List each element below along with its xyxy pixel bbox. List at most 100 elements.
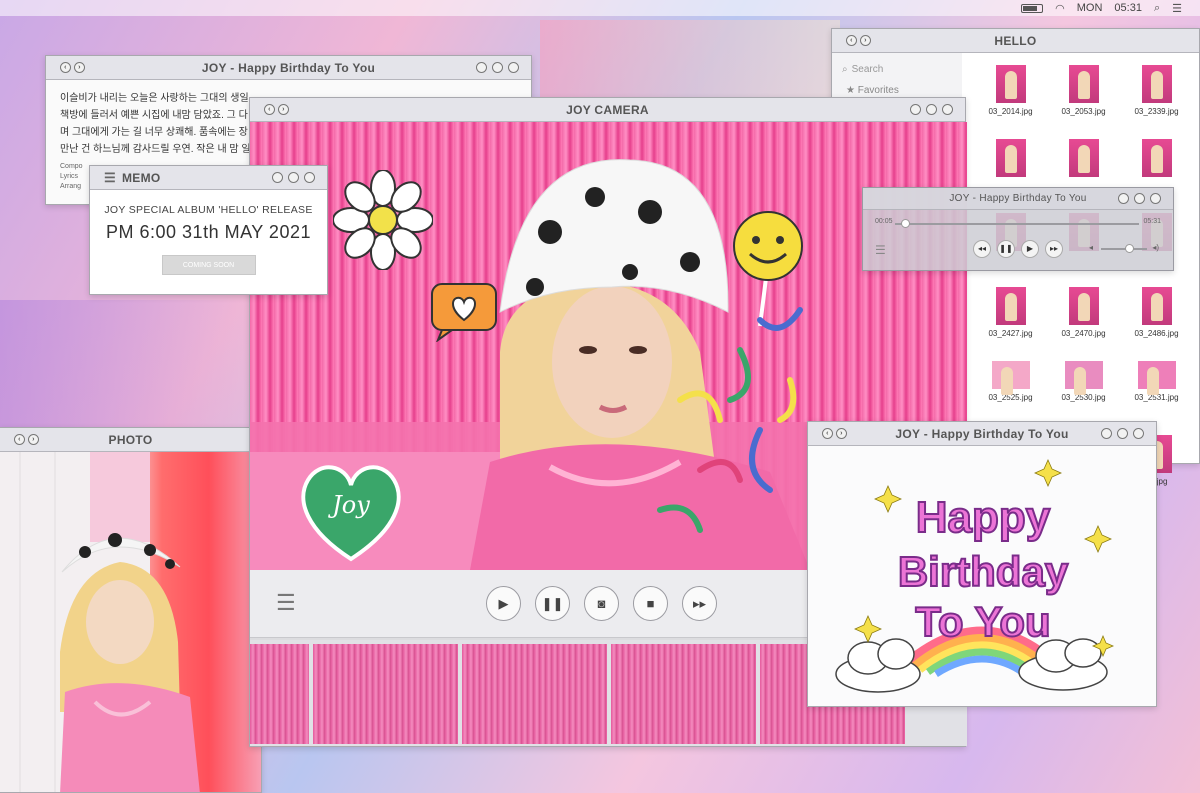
minimize-button[interactable] <box>1101 428 1112 439</box>
photo-image <box>0 452 261 792</box>
menu-icon[interactable]: ☰ <box>104 170 116 186</box>
joy-heart-sticker: Joy <box>296 455 406 565</box>
maximize-button[interactable] <box>288 172 299 183</box>
thumbnail-frame[interactable] <box>611 644 756 744</box>
close-button[interactable] <box>304 172 315 183</box>
photo-title: PHOTO <box>108 432 153 447</box>
thumbnail-frame[interactable] <box>250 644 309 744</box>
close-button[interactable] <box>942 104 953 115</box>
file-thumbnail <box>1141 287 1172 325</box>
rewind-button[interactable]: ◂◂ <box>973 240 991 258</box>
video-icon[interactable]: ■ <box>633 586 668 621</box>
maximize-button[interactable] <box>492 62 503 73</box>
hello-title: HELLO <box>994 33 1037 48</box>
file-name: 03_2339.jpg <box>1134 107 1179 116</box>
thumbnail-frame[interactable] <box>313 644 458 744</box>
birthday-card-art: Happy Birthday To You <box>835 459 1115 693</box>
heart-sticker-text: Joy <box>332 491 370 519</box>
lyrics-title: JOY - Happy Birthday To You <box>201 60 376 75</box>
battery-icon <box>1021 3 1044 13</box>
minimize-button[interactable] <box>910 104 921 115</box>
heart-chat-sticker <box>431 283 497 342</box>
file-item[interactable]: 03_2014.jpg <box>974 65 1047 139</box>
minimize-button[interactable] <box>1118 193 1129 204</box>
file-thumbnail <box>991 361 1030 395</box>
forward-icon[interactable]: › <box>836 428 847 439</box>
card-line-to-you: To You <box>915 598 1050 645</box>
camera-icon[interactable]: ◙ <box>584 586 619 621</box>
play-button[interactable]: ▶ <box>1021 240 1039 258</box>
memo-body: JOY SPECIAL ALBUM 'HELLO' RELEASE PM 6:0… <box>90 190 327 275</box>
maximize-button[interactable] <box>1134 193 1145 204</box>
music-titlebar[interactable]: JOY - Happy Birthday To You <box>863 188 1173 210</box>
seek-knob[interactable] <box>900 219 910 228</box>
play-button[interactable]: ▶ <box>486 586 521 621</box>
card-line-birthday: Birthday <box>898 548 1069 595</box>
file-name: 03_2486.jpg <box>1134 329 1179 338</box>
close-button[interactable] <box>1133 428 1144 439</box>
remaining-time: 05:31 <box>1143 218 1161 225</box>
volume-knob[interactable] <box>1124 244 1134 253</box>
menu-icon[interactable]: ☰ <box>1172 2 1182 15</box>
file-item[interactable]: 03_2427.jpg <box>974 287 1047 361</box>
file-item[interactable]: 03_2470.jpg <box>1047 287 1120 361</box>
forward-icon[interactable]: › <box>28 434 39 445</box>
close-button[interactable] <box>508 62 519 73</box>
thumbnail-frame[interactable] <box>462 644 607 744</box>
file-name: 03_2053.jpg <box>1061 107 1106 116</box>
sidebar-favorites[interactable]: ★ Favorites <box>846 85 948 96</box>
search-input[interactable]: ⌕ Search <box>842 61 952 77</box>
memo-release-time: PM 6:00 31th MAY 2021 <box>106 222 311 242</box>
close-button[interactable] <box>1150 193 1161 204</box>
forward-icon[interactable]: › <box>860 35 871 46</box>
portrait-illustration <box>0 452 200 792</box>
photo-titlebar[interactable]: ‹ › PHOTO <box>0 428 261 452</box>
menu-icon[interactable]: ☰ <box>276 590 296 616</box>
back-icon[interactable]: ‹ <box>822 428 833 439</box>
memo-titlebar[interactable]: ☰ MEMO <box>90 166 327 190</box>
memo-window: ☰ MEMO JOY SPECIAL ALBUM 'HELLO' RELEASE… <box>89 165 328 295</box>
file-thumbnail <box>995 65 1026 103</box>
search-icon: ⌕ <box>842 63 848 75</box>
file-name: 03_2470.jpg <box>1061 329 1106 338</box>
file-item[interactable]: 03_2486.jpg <box>1120 287 1193 361</box>
maximize-button[interactable] <box>926 104 937 115</box>
music-player-window: JOY - Happy Birthday To You 00:05 05:31 … <box>862 187 1174 271</box>
file-item[interactable]: 03_2339.jpg <box>1120 65 1193 139</box>
forward-icon[interactable]: › <box>74 62 85 73</box>
back-icon[interactable]: ‹ <box>60 62 71 73</box>
file-thumbnail <box>1068 287 1099 325</box>
pause-button[interactable]: ❚❚ <box>535 586 570 621</box>
pause-button[interactable]: ❚❚ <box>997 240 1015 258</box>
bday-titlebar[interactable]: ‹ › JOY - Happy Birthday To You <box>808 422 1156 446</box>
background-streak <box>0 300 250 430</box>
coming-soon-button[interactable]: COMING SOON <box>161 255 256 275</box>
minimize-button[interactable] <box>476 62 487 73</box>
favorites-label: Favorites <box>857 85 899 96</box>
file-name: 03_2427.jpg <box>988 329 1033 338</box>
volume-slider[interactable]: ◂ ◂) <box>1089 243 1159 254</box>
lyrics-titlebar[interactable]: ‹ › JOY - Happy Birthday To You <box>46 56 531 80</box>
seek-bar[interactable]: 00:05 05:31 <box>875 218 1161 232</box>
maximize-button[interactable] <box>1117 428 1128 439</box>
fast-forward-button[interactable]: ▸▸ <box>682 586 717 621</box>
back-icon[interactable]: ‹ <box>846 35 857 46</box>
menu-bar: ◠ MON 05:31 ⌕ ☰ <box>0 0 1200 16</box>
file-thumbnail <box>1068 65 1099 103</box>
camera-titlebar[interactable]: ‹ › JOY CAMERA <box>250 98 965 122</box>
volume-high-icon: ◂) <box>1152 243 1159 252</box>
file-thumbnail <box>1068 139 1099 177</box>
search-icon[interactable]: ⌕ <box>1154 2 1160 15</box>
hello-titlebar[interactable]: ‹ › HELLO <box>832 29 1199 53</box>
background-streak <box>540 20 840 100</box>
elapsed-time: 00:05 <box>875 218 893 225</box>
fast-forward-button[interactable]: ▸▸ <box>1045 240 1063 258</box>
file-thumbnail <box>995 287 1026 325</box>
minimize-button[interactable] <box>272 172 283 183</box>
birthday-card-window: ‹ › JOY - Happy Birthday To You Happy Bi… <box>807 421 1157 707</box>
back-icon[interactable]: ‹ <box>264 104 275 115</box>
back-icon[interactable]: ‹ <box>14 434 25 445</box>
file-item[interactable]: 03_2053.jpg <box>1047 65 1120 139</box>
seek-track[interactable] <box>895 223 1139 225</box>
forward-icon[interactable]: › <box>278 104 289 115</box>
